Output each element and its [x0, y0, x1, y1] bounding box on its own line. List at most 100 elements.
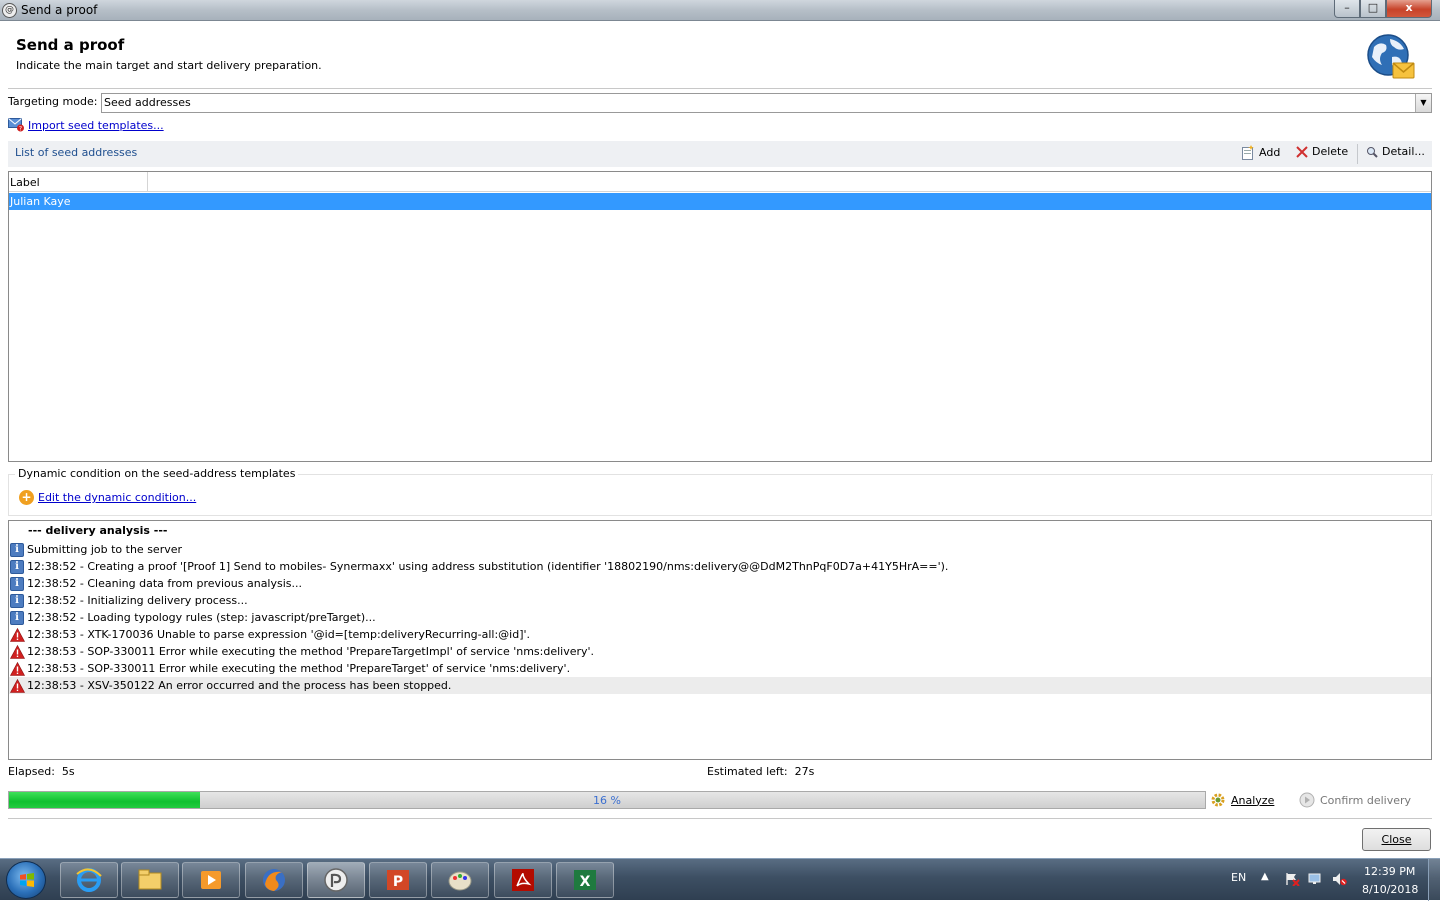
log-entry[interactable]: 12:38:53 - SOP-330011 Error while execut…: [9, 643, 1431, 660]
dynamic-condition-title: Dynamic condition on the seed-address te…: [15, 467, 299, 480]
error-icon: [10, 661, 25, 676]
estimated-value: 27s: [794, 765, 815, 778]
volume-muted-icon[interactable]: [1331, 872, 1347, 886]
confirm-delivery-button[interactable]: Confirm delivery: [1299, 792, 1411, 808]
page-subtitle: Indicate the main target and start deliv…: [16, 59, 322, 72]
windows-logo-icon: [20, 873, 34, 887]
taskbar-app-button[interactable]: X: [556, 862, 614, 898]
log-entry[interactable]: i 12:38:52 - Initializing delivery proces…: [9, 592, 1431, 609]
excel-icon: X: [574, 870, 596, 890]
seed-list-toolbar: List of seed addresses Add Delete Detail…: [8, 141, 1432, 167]
progress-bar: 16 %: [8, 791, 1206, 809]
svg-text:?: ?: [19, 126, 22, 133]
taskbar-app-button[interactable]: P: [369, 862, 427, 898]
add-label: Add: [1259, 146, 1281, 159]
log-entry-text: 12:38:52 - Creating a proof '[Proof 1] S…: [27, 560, 949, 573]
toolbar-divider: [1357, 144, 1358, 164]
column-header-label[interactable]: Label: [9, 172, 148, 191]
media-player-icon: [201, 871, 221, 889]
log-entry-text: 12:38:53 - SOP-330011 Error while execut…: [27, 645, 595, 658]
file-explorer-icon: [138, 869, 162, 890]
header-divider: [8, 88, 1432, 89]
targeting-mode-select[interactable]: Seed addresses ▼: [101, 93, 1432, 113]
campaign-client-icon: [324, 868, 348, 892]
log-entry-text: Submitting job to the server: [27, 543, 183, 556]
delete-icon: [1296, 145, 1308, 158]
estimated-label: Estimated left:: [707, 765, 788, 778]
paint-icon: [448, 871, 472, 891]
delivery-analysis-log[interactable]: --- delivery analysis --- i Submitting jo…: [8, 520, 1432, 760]
info-icon: i: [10, 593, 24, 608]
delete-label: Delete: [1312, 145, 1349, 158]
taskbar-app-button[interactable]: [121, 862, 179, 898]
import-seed-templates-link[interactable]: Import seed templates...: [28, 119, 164, 132]
error-icon: [10, 678, 25, 693]
info-icon: i: [10, 542, 24, 557]
clock-date[interactable]: 8/10/2018: [1362, 883, 1418, 896]
taskbar-app-button[interactable]: [494, 862, 552, 898]
clock-time[interactable]: 12:39 PM: [1364, 865, 1415, 878]
info-icon: i: [10, 576, 24, 591]
log-entry[interactable]: 12:38:53 - XSV-350122 An error occurred …: [9, 677, 1431, 694]
footer-divider: [8, 818, 1432, 819]
log-entry[interactable]: 12:38:53 - SOP-330011 Error while execut…: [9, 660, 1431, 677]
log-entry[interactable]: 12:38:53 - XTK-170036 Unable to parse ex…: [9, 626, 1431, 643]
internet-explorer-icon: [76, 868, 102, 892]
play-circle-icon: [1299, 792, 1315, 808]
estimated-status: Estimated left: 27s: [707, 765, 814, 778]
elapsed-label: Elapsed:: [8, 765, 55, 778]
log-list: i Submitting job to the server i 12:38:52 -…: [9, 541, 1431, 694]
taskbar-app-button[interactable]: [245, 862, 303, 898]
firefox-icon: [263, 869, 285, 891]
elapsed-status: Elapsed: 5s: [8, 765, 75, 778]
dynamic-condition-group: Dynamic condition on the seed-address te…: [8, 467, 1433, 516]
seed-address-table[interactable]: Label Julian Kaye: [8, 171, 1432, 462]
analyze-gear-icon: [1211, 793, 1225, 807]
analyze-button[interactable]: Analyze: [1210, 792, 1274, 808]
app-icon: @: [2, 3, 17, 18]
start-button[interactable]: [6, 861, 46, 899]
page-title: Send a proof: [16, 36, 125, 54]
log-entry[interactable]: i Submitting job to the server: [9, 541, 1431, 558]
edit-dynamic-condition-link[interactable]: Edit the dynamic condition...: [38, 491, 196, 504]
log-entry[interactable]: i 12:38:52 - Creating a proof '[Proof 1] …: [9, 558, 1431, 575]
window-title: Send a proof: [21, 3, 98, 17]
log-entry[interactable]: i 12:38:52 - Loading typology rules (step…: [9, 609, 1431, 626]
taskbar-app-button[interactable]: [182, 862, 240, 898]
confirm-delivery-label: Confirm delivery: [1320, 793, 1412, 807]
taskbar-app-button[interactable]: [431, 862, 489, 898]
action-center-flag-icon[interactable]: [1284, 872, 1300, 886]
close-button[interactable]: Close: [1362, 828, 1431, 851]
table-header: Label: [9, 172, 1431, 192]
close-window-button[interactable]: x: [1386, 0, 1432, 18]
detail-button[interactable]: Detail...: [1366, 145, 1425, 158]
info-icon: i: [10, 610, 24, 625]
language-indicator[interactable]: EN: [1231, 871, 1246, 884]
info-icon: i: [10, 559, 24, 574]
maximize-button[interactable]: □: [1360, 0, 1386, 18]
magnifier-icon: [1367, 146, 1378, 158]
svg-text:X: X: [580, 874, 591, 890]
show-desktop-button[interactable]: [1428, 859, 1440, 901]
network-icon[interactable]: [1307, 872, 1323, 886]
tray-expand-icon[interactable]: ▲: [1261, 871, 1269, 882]
minimize-button[interactable]: –: [1334, 0, 1360, 18]
title-bar[interactable]: @ Send a proof – □ x: [0, 0, 1440, 21]
dropdown-arrow-icon[interactable]: ▼: [1415, 94, 1431, 112]
log-entry-text: 12:38:53 - XTK-170036 Unable to parse ex…: [27, 628, 531, 641]
globe-mail-icon: [1367, 34, 1415, 79]
table-row[interactable]: Julian Kaye: [9, 193, 1431, 210]
log-heading: --- delivery analysis ---: [28, 524, 168, 537]
add-button[interactable]: Add: [1241, 145, 1280, 160]
log-entry-text: 12:38:52 - Initializing delivery process…: [27, 594, 248, 607]
elapsed-value: 5s: [61, 765, 75, 778]
log-entry-text: 12:38:52 - Cleaning data from previous a…: [27, 577, 303, 590]
delete-button[interactable]: Delete: [1296, 145, 1348, 158]
import-mail-icon: ?: [8, 118, 24, 133]
taskbar-app-button[interactable]: [307, 862, 365, 898]
targeting-mode-label: Targeting mode:: [8, 95, 98, 108]
log-entry[interactable]: i 12:38:52 - Cleaning data from previous …: [9, 575, 1431, 592]
taskbar-app-button[interactable]: [60, 862, 118, 898]
error-icon: [10, 627, 25, 642]
error-icon: [10, 644, 25, 659]
